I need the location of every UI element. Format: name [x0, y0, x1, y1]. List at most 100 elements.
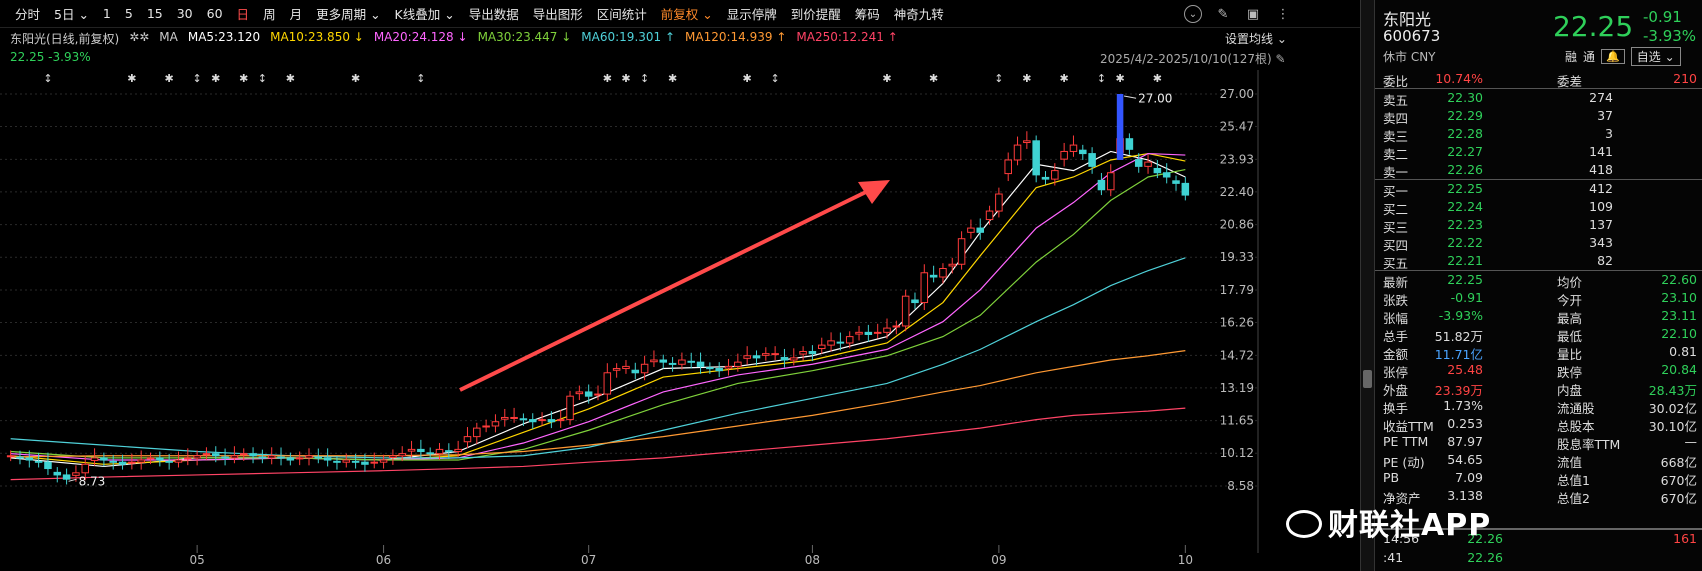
candle-body — [1181, 182, 1190, 196]
candle-body — [911, 299, 919, 304]
candle-body — [790, 357, 798, 361]
stat-row: 总手 51.82万 最低 22.10 — [1375, 325, 1702, 344]
collapse-icon[interactable]: ⌄ — [1184, 5, 1202, 23]
buy-row[interactable]: 买一 22.25 412 — [1375, 180, 1702, 199]
period-item[interactable]: 前复权 ⌄ — [654, 4, 720, 23]
period-item[interactable]: 神奇九转 — [887, 4, 951, 23]
period-item[interactable]: 5 — [118, 6, 140, 21]
period-item[interactable]: 1 — [96, 6, 118, 21]
event-mark: ✱ — [668, 72, 677, 85]
sell-row[interactable]: 卖五 22.30 274 — [1375, 89, 1702, 108]
candle-body — [128, 461, 136, 464]
candle-body — [1069, 144, 1078, 152]
order-book: 委比 10.74% 委差 210 卖五 22.30 274 卖四 22.29 37 卖三 22.28 3… — [1375, 70, 1702, 506]
period-item[interactable]: 显示停牌 — [720, 4, 784, 23]
candle-body — [34, 460, 43, 463]
max-candle — [1116, 94, 1124, 160]
candle-body — [90, 457, 99, 461]
ma-info-line: 东阳光(日线,前复权) ✲✲ MA MA5:23.120 MA10:23.850 … — [10, 30, 898, 47]
candle-body — [267, 455, 276, 459]
candle-body — [939, 268, 947, 278]
period-item[interactable]: 30 — [170, 6, 200, 21]
candle-body — [305, 455, 313, 459]
candle-body — [817, 344, 826, 350]
pen-icon[interactable]: ✎ — [1214, 5, 1232, 23]
candle-body — [1162, 172, 1171, 178]
book-volume: 37 — [1597, 108, 1613, 123]
book-volume: 274 — [1589, 90, 1613, 105]
sell-row[interactable]: 卖四 22.29 37 — [1375, 107, 1702, 126]
y-tick-label: 19.33 — [1220, 250, 1254, 264]
kline-chart[interactable]: 27.00 25.47 23.93 22.40 20.86 19.33 17.79 16.26… — [0, 70, 1360, 553]
period-item[interactable]: 更多周期 ⌄ — [309, 4, 387, 23]
bell-icon[interactable]: 🔔 — [1601, 49, 1625, 64]
candle-body — [156, 457, 164, 461]
scroll-thumb[interactable] — [1363, 370, 1372, 388]
candle-body — [426, 452, 434, 455]
book-price: 22.27 — [1447, 144, 1483, 159]
event-mark: ↕ — [994, 72, 1003, 85]
y-tick-label: 11.65 — [1220, 414, 1254, 428]
buy-row[interactable]: 买二 22.24 109 — [1375, 198, 1702, 217]
candle-body — [528, 419, 537, 423]
candle-body — [659, 359, 668, 363]
tick-volume: 161 — [1673, 531, 1697, 546]
candle-body — [473, 427, 481, 438]
period-item[interactable]: 区间统计 — [590, 4, 654, 23]
settings-icon[interactable]: ✲✲ — [129, 30, 149, 47]
period-item[interactable]: 筹码 — [848, 4, 887, 23]
row-value-2: 210 — [1673, 71, 1697, 86]
pin-icon: ✎ — [1275, 52, 1286, 66]
y-tick-label: 17.79 — [1220, 283, 1254, 297]
buy-row[interactable]: 买五 22.21 82 — [1375, 252, 1702, 271]
row-value: 87.97 — [1447, 434, 1483, 449]
row-value: 54.65 — [1447, 452, 1483, 467]
more-icon[interactable]: ⋮ — [1274, 5, 1292, 23]
candle-body — [1032, 140, 1040, 176]
candle-body — [873, 331, 882, 334]
period-item[interactable]: 日 — [230, 4, 257, 23]
row-value-2: 22.60 — [1661, 272, 1697, 287]
watchlist-button[interactable]: 自选 ⌄ — [1630, 47, 1681, 66]
book-volume: 418 — [1589, 162, 1613, 177]
event-mark: ↕ — [43, 72, 52, 85]
rong-button[interactable]: 融 — [1565, 48, 1577, 65]
period-item[interactable]: 15 — [140, 6, 170, 21]
candle-body — [929, 274, 938, 278]
y-tick-label: 27.00 — [1220, 87, 1254, 101]
sell-row[interactable]: 卖一 22.26 418 — [1375, 161, 1702, 180]
sell-row[interactable]: 卖三 22.28 3 — [1375, 125, 1702, 144]
set-ma-button[interactable]: 设置均线 ⌄ — [1225, 30, 1287, 47]
period-item[interactable]: 60 — [200, 6, 230, 21]
stat-row: PB 7.09 总值1 670亿 — [1375, 469, 1702, 488]
ma-value: MA20:24.128 ↓ — [373, 30, 468, 44]
period-item[interactable]: 月 — [283, 4, 310, 23]
window-icon[interactable]: ▣ — [1244, 5, 1262, 23]
buy-row[interactable]: 买三 22.23 137 — [1375, 216, 1702, 235]
buy-row[interactable]: 买四 22.22 343 — [1375, 234, 1702, 253]
tong-button[interactable]: 通 — [1583, 48, 1595, 65]
candle-body — [1144, 161, 1152, 167]
candle-body — [435, 448, 444, 455]
candle-body — [1013, 144, 1022, 161]
candle-body — [295, 457, 304, 460]
period-item[interactable]: 导出数据 — [462, 4, 526, 23]
period-item[interactable]: K线叠加 ⌄ — [388, 4, 462, 23]
candle-body — [771, 353, 779, 356]
period-item[interactable]: 5日 ⌄ — [47, 4, 96, 23]
event-mark: ↕ — [258, 72, 267, 85]
row-label: PB — [1383, 470, 1400, 485]
chart-scrollbar[interactable] — [1360, 0, 1374, 571]
period-item[interactable]: 周 — [256, 4, 283, 23]
sell-row[interactable]: 卖二 22.27 141 — [1375, 143, 1702, 162]
candle-body — [277, 456, 285, 459]
period-item[interactable]: 到价提醒 — [784, 4, 848, 23]
candle-body — [1023, 140, 1031, 144]
candle-body — [864, 331, 873, 335]
stat-row: PE TTM 87.97 股息率TTM — — [1375, 433, 1702, 452]
period-item[interactable]: 导出图形 — [526, 4, 590, 23]
ma-line-ma30 — [10, 168, 1186, 461]
candle-body — [445, 450, 453, 453]
period-item[interactable]: 分时 — [8, 4, 47, 23]
candle-body — [118, 461, 127, 465]
